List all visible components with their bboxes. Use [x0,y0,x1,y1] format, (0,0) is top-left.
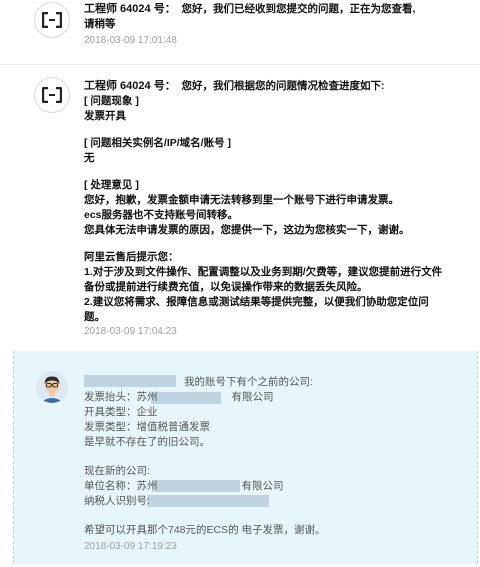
invoice-kind: 发票类型：增值税普通发票 [84,421,210,433]
divider [0,64,480,65]
section-heading-phenomenon: [ 问题现象 ] [84,95,139,107]
taxpayer-id: 纳税人识别号: [84,495,150,507]
aliyun-logo-avatar [34,2,70,38]
timestamp: 2018-03-09 17:19:23 [84,541,177,552]
message-text: 请稍等 [84,18,116,30]
invoice-title-suffix: 有限公司 [231,391,274,403]
unit-name-suffix: 有限公司 [241,480,284,492]
ticket-conversation: 工程师 64024 号： 您好，我们已经收到您提交的问题，正在为您查看, 请稍等… [0,0,480,567]
aliyun-logo-icon [42,12,62,28]
tip-text: 2.建议您将需求、报障信息或测试结果等提供完整，以便我们协助您定位问 [84,296,429,308]
engineer-message-2: 工程师 64024 号： 您好，我们根据您的问题情况检查进度如下: [ 问题现象… [84,79,468,339]
timestamp: 2018-03-09 17:01:48 [84,35,177,46]
tip-text: 1.对于涉及到文件操作、配置调整以及业务到期/欠费等，建议您提前进行文件 [84,266,443,278]
opinion-text: 您具体无法申请发票的原因，您提供一下，这边为您核实一下，谢谢。 [84,224,410,236]
invoice-title-label: 发票抬头：苏州 [84,391,158,403]
unit-name-label: 单位名称：苏州 [84,480,158,492]
opinion-text: 您好，抱歉，发票金额申请无法转移到里一个账号下进行申请发票。 [84,194,399,206]
aliyun-logo-icon [42,87,62,103]
phenomenon-text: 发票开具 [84,110,126,122]
tip-text: 备份或提前进行续费充值，以免误操作带来的数据丢失风险。 [84,281,368,293]
engineer-name: 工程师 64024 号： [84,80,176,92]
invoice-title: 发票抬头：苏州 有限公司 [84,390,468,405]
new-company-heading: 现在新的公司: [84,465,150,477]
engineer-message-1: 工程师 64024 号： 您好，我们已经收到您提交的问题，正在为您查看, 请稍等… [84,2,468,48]
instance-text: 无 [84,152,95,164]
old-company-note: 是早就不存在了的旧公司。 [84,436,210,448]
invoice-request: 希望可以开具那个748元的ECS的 电子发票，谢谢。 [84,524,326,536]
timestamp: 2018-03-09 17:04:23 [84,326,177,337]
engineer-name: 工程师 64024 号： [84,3,176,15]
opinion-text: ecs服务器也不支持账号间转移。 [84,209,239,221]
customer-text: 我的账号下有个之前的公司: [84,375,468,390]
message-intro: 您好，我们根据您的问题情况检查进度如下: [181,80,385,92]
unit-name: 单位名称：苏州 有限公司 [84,479,468,494]
user-avatar [36,371,68,403]
message-text: 您好，我们已经收到您提交的问题，正在为您查看, [181,3,416,15]
aliyun-logo-avatar [34,77,70,113]
section-heading-opinion: [ 处理意见 ] [84,179,139,191]
user-avatar-icon [36,371,68,403]
invoice-type: 开具类型：企业 [84,406,158,418]
customer-text-line: 我的账号下有个之前的公司: [184,376,313,388]
tips-title: 阿里云售后提示您： [84,251,179,263]
customer-message-body: 我的账号下有个之前的公司: 发票抬头：苏州 有限公司 开具类型：企业 发票类型：增… [84,375,468,554]
tip-text: 题。 [84,311,105,323]
section-heading-instance: [ 问题相关实例名/IP/域名/账号 ] [84,137,231,149]
